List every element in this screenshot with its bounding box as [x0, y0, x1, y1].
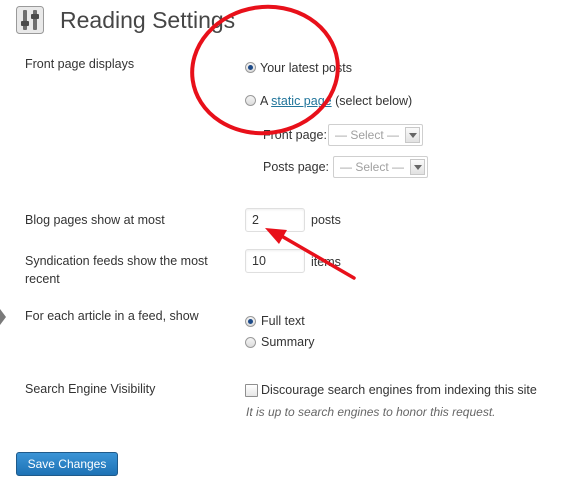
- blog-pages-input[interactable]: [245, 208, 305, 232]
- radio-full-text-label[interactable]: Full text: [261, 312, 305, 330]
- search-visibility-label: Search Engine Visibility: [25, 382, 156, 396]
- static-suffix: (select below): [335, 94, 413, 108]
- save-changes-button[interactable]: Save Changes: [16, 452, 118, 476]
- radio-latest-posts-label[interactable]: Your latest posts: [260, 59, 352, 77]
- posts-page-select-value: — Select —: [340, 160, 405, 174]
- radio-summary-label[interactable]: Summary: [261, 333, 314, 351]
- search-visibility-hint: It is up to search engines to honor this…: [246, 405, 496, 419]
- blog-pages-unit: posts: [311, 213, 341, 227]
- front-page-label: Front page displays: [25, 57, 135, 71]
- radio-summary[interactable]: [245, 337, 256, 348]
- posts-page-select-label: Posts page:: [263, 160, 330, 174]
- front-page-select[interactable]: — Select —: [328, 124, 423, 146]
- syndication-unit: items: [311, 255, 341, 269]
- reading-settings-page: Reading Settings Front page displays You…: [0, 0, 572, 488]
- syndication-input[interactable]: [245, 249, 305, 273]
- radio-static-page-label: A static page (select below): [260, 92, 412, 110]
- posts-page-select[interactable]: — Select —: [333, 156, 428, 178]
- blog-pages-label: Blog pages show at most: [25, 213, 165, 227]
- syndication-label-line2: recent: [25, 272, 60, 286]
- radio-static-page[interactable]: [245, 95, 256, 106]
- front-page-select-label: Front page:: [263, 128, 327, 142]
- collapse-arrow-icon: [0, 309, 6, 325]
- static-page-link[interactable]: static page: [271, 94, 331, 108]
- chevron-down-icon: [405, 127, 420, 143]
- radio-full-text[interactable]: [245, 316, 256, 327]
- settings-sliders-icon: [16, 6, 44, 34]
- chevron-down-icon: [410, 159, 425, 175]
- static-prefix: A: [260, 94, 268, 108]
- front-page-select-value: — Select —: [335, 128, 400, 142]
- radio-latest-posts[interactable]: [245, 62, 256, 73]
- discourage-search-checkbox[interactable]: [245, 384, 258, 397]
- page-title: Reading Settings: [60, 7, 236, 33]
- discourage-search-label[interactable]: Discourage search engines from indexing …: [261, 381, 537, 399]
- feed-article-label: For each article in a feed, show: [25, 309, 199, 323]
- syndication-label-line1: Syndication feeds show the most: [25, 254, 208, 268]
